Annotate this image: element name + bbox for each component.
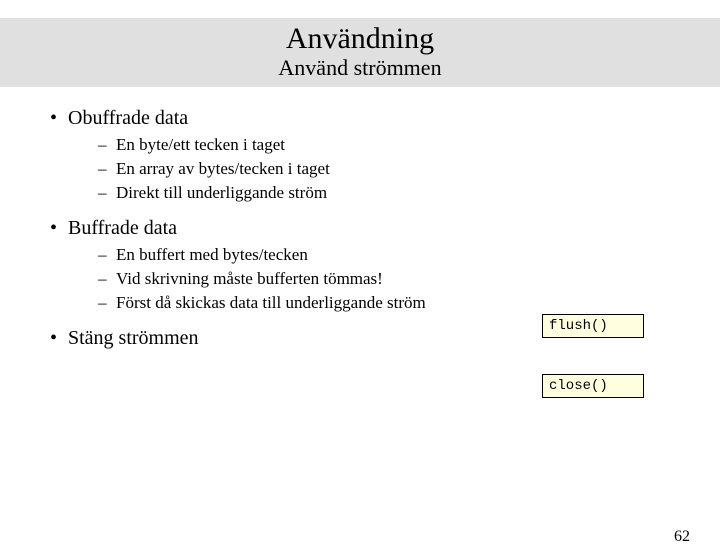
list-item: –En byte/ett tecken i taget [98, 134, 720, 157]
bullet-dot-icon: • [50, 107, 68, 130]
slide-subtitle: Använd strömmen [0, 55, 720, 81]
list-item-text: En byte/ett tecken i taget [116, 135, 285, 154]
slide-title: Användning [0, 22, 720, 55]
bullet-text: Obuffrade data [68, 107, 188, 129]
list-item: –Direkt till underliggande ström [98, 182, 720, 205]
sublist-obuffrade: –En byte/ett tecken i taget –En array av… [98, 134, 720, 205]
dash-icon: – [98, 292, 116, 315]
code-box-flush: flush() [542, 314, 644, 338]
list-item: –En array av bytes/tecken i taget [98, 158, 720, 181]
dash-icon: – [98, 244, 116, 267]
bullet-text: Stäng strömmen [68, 327, 199, 349]
bullet-buffrade: •Buffrade data [50, 217, 720, 240]
list-item-text: Direkt till underliggande ström [116, 183, 327, 202]
list-item-text: En buffert med bytes/tecken [116, 245, 308, 264]
list-item: –Först då skickas data till underliggand… [98, 292, 720, 315]
dash-icon: – [98, 182, 116, 205]
list-item-text: Först då skickas data till underliggande… [116, 293, 426, 312]
dash-icon: – [98, 134, 116, 157]
list-item: –Vid skrivning måste bufferten tömmas! [98, 268, 720, 291]
content-area: •Obuffrade data –En byte/ett tecken i ta… [0, 87, 720, 350]
sublist-buffrade: –En buffert med bytes/tecken –Vid skrivn… [98, 244, 720, 315]
list-item-text: Vid skrivning måste bufferten tömmas! [116, 269, 383, 288]
list-item: –En buffert med bytes/tecken [98, 244, 720, 267]
title-band: Användning Använd strömmen [0, 18, 720, 87]
dash-icon: – [98, 268, 116, 291]
dash-icon: – [98, 158, 116, 181]
bullet-obuffrade: •Obuffrade data [50, 107, 720, 130]
code-box-close: close() [542, 374, 644, 398]
list-item-text: En array av bytes/tecken i taget [116, 159, 330, 178]
bullet-dot-icon: • [50, 327, 68, 350]
bullet-dot-icon: • [50, 217, 68, 240]
page-number: 62 [674, 528, 690, 546]
bullet-text: Buffrade data [68, 217, 177, 239]
